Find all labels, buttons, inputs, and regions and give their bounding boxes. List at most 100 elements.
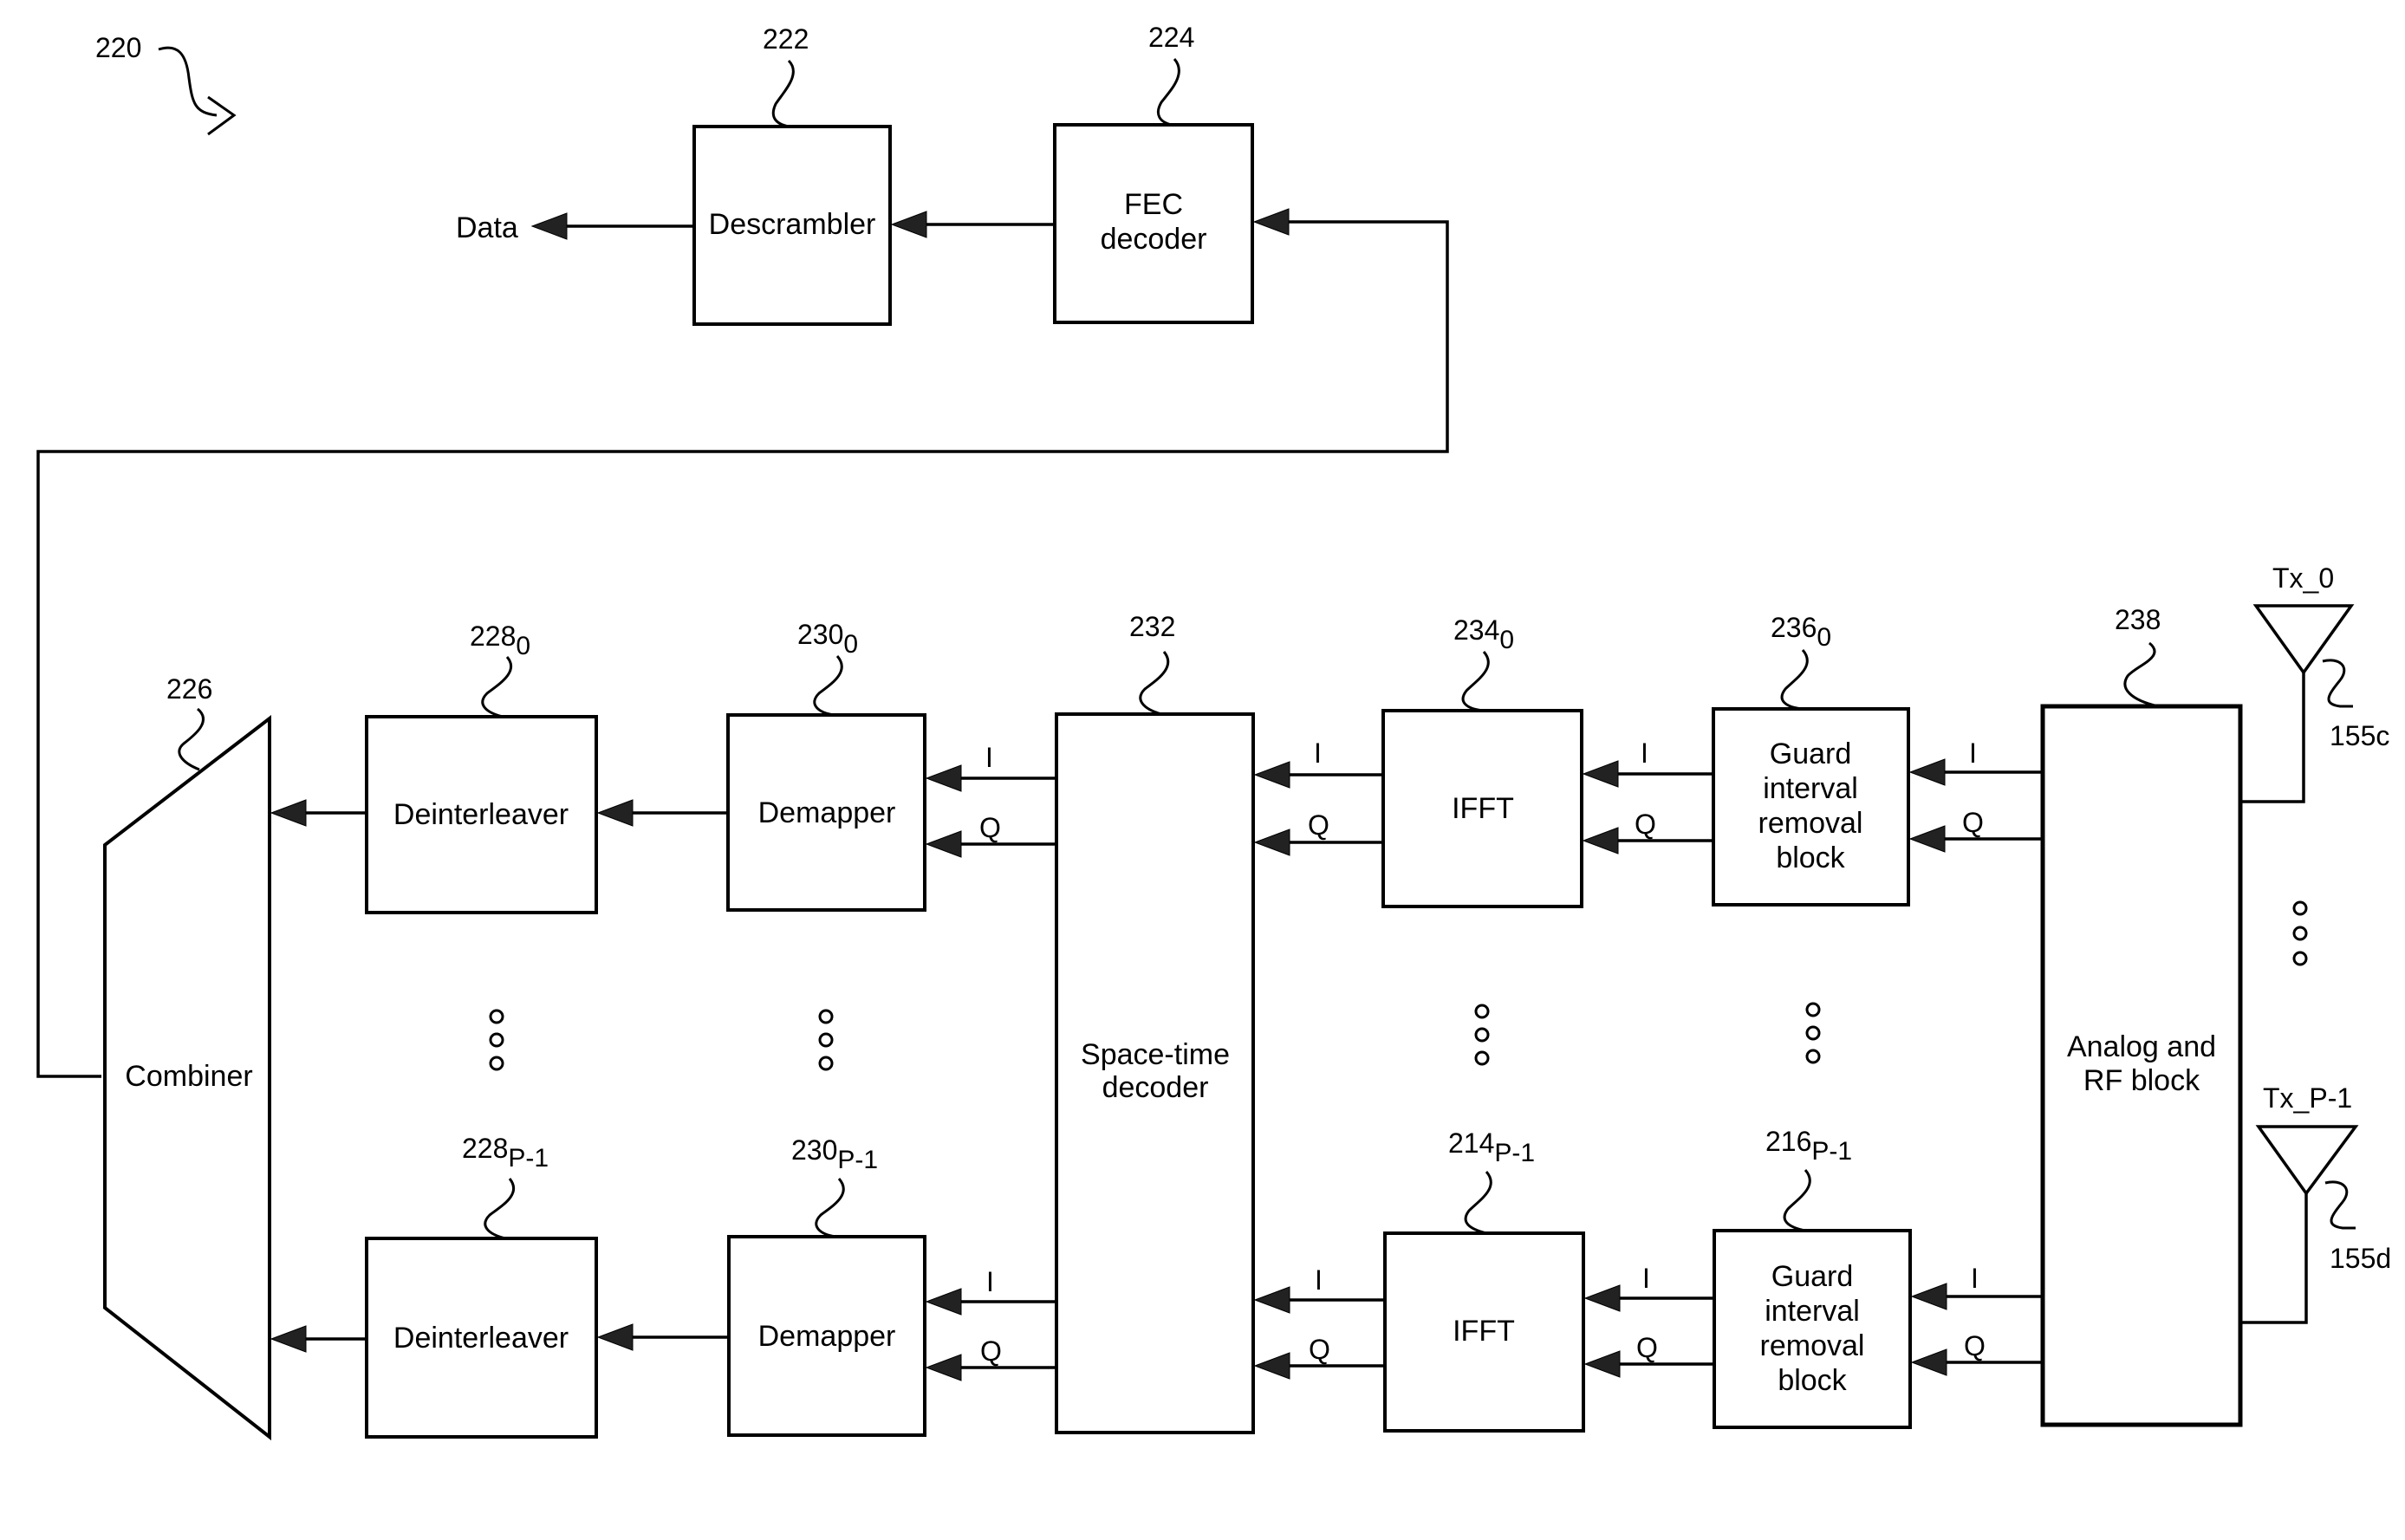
antenna-tx0: Tx_0 155c: [2240, 562, 2389, 803]
antenna-txp1-ref: 155d: [2330, 1243, 2391, 1274]
deinterleaver-p1-ref: 228P-1: [462, 1133, 549, 1173]
rf-to-guardp1-iq: I Q: [1910, 1263, 2043, 1376]
combiner-block[interactable]: Combiner: [103, 714, 271, 1441]
combiner-ref: 226: [166, 673, 212, 705]
combiner-label: Combiner: [125, 1060, 252, 1093]
signal-i-label: I: [1315, 1264, 1323, 1296]
signal-q-label: Q: [1636, 1332, 1658, 1363]
signal-q-label: Q: [980, 1335, 1002, 1367]
guard-interval-removal-0-block[interactable]: Guard interval removal block: [1712, 707, 1910, 906]
guard-0-label-line2: interval: [1763, 772, 1858, 805]
antenna-tx0-label: Tx_0: [2272, 562, 2334, 594]
fec-decoder-ref: 224: [1148, 22, 1194, 53]
ifft-0-label: IFFT: [1452, 792, 1514, 825]
antenna-txp1: Tx_P-1 155d: [2240, 1082, 2391, 1324]
signal-i-label: I: [1642, 1263, 1650, 1294]
guard-0-label-line1: Guard: [1770, 738, 1852, 770]
signal-i-label: I: [985, 742, 993, 773]
ifft-0-block[interactable]: IFFT: [1381, 709, 1583, 908]
signal-q-label: Q: [979, 812, 1001, 843]
antenna-txp1-label: Tx_P-1: [2263, 1082, 2352, 1114]
deinterleaver-0-label: Deinterleaver: [393, 798, 569, 831]
combiner-to-fec-arrowhead: [1252, 208, 1290, 236]
rf-to-guard0-iq: I Q: [1908, 738, 2043, 853]
demapper-p1-label: Demapper: [758, 1320, 896, 1353]
analog-rf-label-line2: RF block: [2083, 1064, 2200, 1097]
demapper-0-ref: 2300: [797, 619, 858, 659]
space-time-decoder-label-line1: Space-time: [1081, 1038, 1230, 1071]
guard-0-ref: 2360: [1771, 612, 1831, 652]
descrambler-block[interactable]: Descrambler: [692, 125, 892, 326]
guard0-to-ifft0-iq: I Q: [1582, 738, 1713, 854]
deinterleaver-0-block[interactable]: Deinterleaver: [365, 715, 598, 914]
signal-q-label: Q: [1962, 807, 1984, 838]
deinterleaver0-to-combiner-arrowhead: [270, 799, 307, 827]
signal-q-label: Q: [1309, 1334, 1330, 1365]
guard-interval-removal-p1-block[interactable]: Guard interval removal block: [1713, 1229, 1912, 1429]
deinterleaverp1-to-combiner-arrowhead: [270, 1325, 307, 1353]
data-output-label: Data: [456, 211, 518, 244]
ifft-p1-leader: [1464, 1171, 1492, 1235]
data-output-arrowhead: [530, 212, 568, 240]
signal-q-label: Q: [1308, 809, 1329, 841]
fec-decoder-block[interactable]: FEC decoder: [1053, 123, 1254, 324]
space-time-decoder-block[interactable]: Space-time decoder: [1055, 712, 1255, 1434]
ifft-0-leader: [1461, 651, 1490, 712]
guard-p1-label-line2: interval: [1765, 1295, 1860, 1328]
signal-i-label: I: [1314, 738, 1322, 769]
ifftp1-to-std-iq: I Q: [1253, 1264, 1385, 1380]
guard-ellipsis: [1805, 1002, 1821, 1064]
analog-rf-leader: [2123, 641, 2159, 708]
signal-i-label: I: [986, 1266, 994, 1297]
figure-ref-arrow: [158, 46, 218, 117]
deinterleaver-p1-block[interactable]: Deinterleaver: [365, 1237, 598, 1439]
guard-p1-label-line4: block: [1778, 1364, 1847, 1397]
ifft-ellipsis: [1474, 1004, 1490, 1066]
antenna-ellipsis: [2292, 900, 2308, 966]
deinterleaver-0-ref: 2280: [470, 621, 530, 660]
figure-ref-label: 220: [95, 32, 141, 63]
descrambler-ref: 222: [763, 23, 809, 55]
signal-i-label: I: [1969, 738, 1977, 769]
deinterleaver-0-leader: [481, 656, 513, 718]
std-to-demapperp1-iq: I Q: [925, 1266, 1056, 1381]
deinterleaver-p1-label: Deinterleaver: [393, 1322, 569, 1355]
demapper-ellipsis: [818, 1009, 834, 1071]
ifft-p1-block[interactable]: IFFT: [1383, 1231, 1585, 1433]
demapper-p1-leader: [815, 1178, 845, 1238]
ifft-0-ref: 2340: [1453, 614, 1514, 654]
guard-p1-leader: [1783, 1169, 1811, 1232]
guard-0-leader: [1780, 649, 1809, 711]
guard-p1-label-line1: Guard: [1771, 1260, 1854, 1293]
deinterleaver-ellipsis: [489, 1009, 504, 1071]
fec-decoder-leader: [1157, 58, 1180, 127]
descrambler-label: Descrambler: [709, 208, 876, 241]
guardp1-to-ifftp1-iq: I Q: [1583, 1263, 1714, 1378]
ifft0-to-std-iq: I Q: [1253, 738, 1383, 856]
analog-rf-block[interactable]: Analog and RF block: [2040, 704, 2243, 1427]
demapper-p1-block[interactable]: Demapper: [727, 1235, 926, 1437]
analog-rf-label-line1: Analog and: [2067, 1030, 2216, 1063]
std-to-demapper0-iq: I Q: [925, 742, 1056, 858]
demapper-0-block[interactable]: Demapper: [726, 713, 926, 912]
analog-rf-ref: 238: [2115, 604, 2161, 635]
space-time-decoder-label-line2: decoder: [1102, 1071, 1209, 1104]
signal-q-label: Q: [1964, 1330, 1986, 1361]
deinterleaver-p1-leader: [484, 1178, 516, 1240]
space-time-decoder-ref: 232: [1129, 611, 1175, 642]
ifft-p1-ref: 214P-1: [1448, 1127, 1535, 1167]
demapper-p1-ref: 230P-1: [791, 1134, 878, 1174]
antenna-tx0-ref: 155c: [2330, 720, 2389, 751]
fec-decoder-label-line1: FEC: [1124, 188, 1183, 221]
guard-0-label-line3: removal: [1758, 807, 1863, 840]
guard-0-label-line4: block: [1776, 841, 1845, 874]
ifft-p1-label: IFFT: [1453, 1315, 1515, 1348]
space-time-decoder-leader: [1139, 651, 1170, 716]
fec-decoder-label-line2: decoder: [1101, 223, 1207, 256]
signal-i-label: I: [1641, 738, 1648, 769]
demapper0-to-deinterleaver0-arrowhead: [596, 799, 634, 827]
guard-p1-label-line3: removal: [1760, 1329, 1865, 1362]
demapperp1-to-deinterleaverp1-arrowhead: [596, 1323, 634, 1351]
signal-i-label: I: [1971, 1263, 1979, 1294]
signal-q-label: Q: [1635, 809, 1656, 840]
